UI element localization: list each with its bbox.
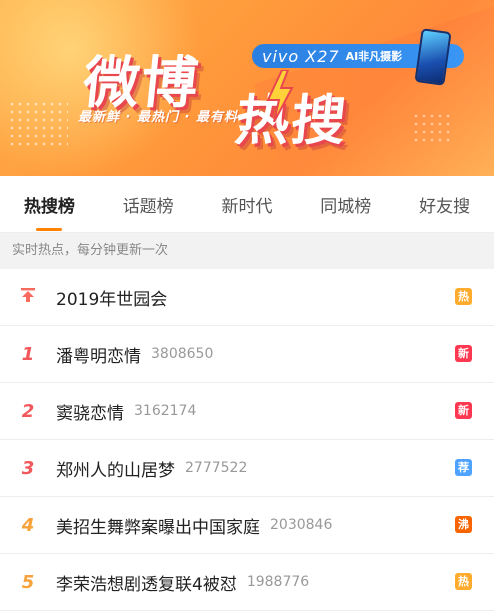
- list-item[interactable]: 5 李荣浩想剧透复联4被怼 1988776 热: [0, 554, 494, 611]
- hot-search-list: 2019年世园会 热 1 潘粤明恋情 3808650 新 2 窦骁恋情 3162…: [0, 269, 494, 611]
- rank-number: 5: [21, 571, 35, 593]
- ad-brand: vivo X27: [262, 46, 340, 66]
- search-count: 3162174: [134, 403, 197, 419]
- list-item[interactable]: 3 郑州人的山居梦 2777522 荐: [0, 440, 494, 497]
- item-title: 美招生舞弊案曝出中国家庭: [56, 517, 260, 538]
- list-item[interactable]: 2 窦骁恋情 3162174 新: [0, 383, 494, 440]
- search-count: 3808650: [151, 346, 214, 362]
- rank-tabs: 热搜榜 话题榜 新时代 同城榜 好友搜: [0, 176, 494, 233]
- tab-new-era[interactable]: 新时代: [217, 192, 276, 217]
- list-item[interactable]: 2019年世园会 热: [0, 269, 494, 326]
- update-notice: 实时热点，每分钟更新一次: [0, 233, 494, 269]
- new-badge: 新: [455, 402, 472, 419]
- item-title: 郑州人的山居梦: [56, 460, 175, 481]
- tab-topics[interactable]: 话题榜: [119, 192, 178, 217]
- rank-number: 1: [21, 343, 35, 365]
- pin-top-icon: [0, 286, 56, 309]
- tab-hot-search[interactable]: 热搜榜: [20, 192, 79, 231]
- search-count: 2030846: [270, 517, 333, 533]
- list-item[interactable]: 4 美招生舞弊案曝出中国家庭 2030846 沸: [0, 497, 494, 554]
- ad-tagline: AI非凡摄影: [345, 50, 403, 63]
- rank-number: 4: [21, 514, 35, 536]
- hot-badge: 热: [455, 288, 472, 305]
- item-title: 李荣浩想剧透复联4被怼: [56, 574, 237, 595]
- recommend-badge: 荐: [455, 459, 472, 476]
- rank-number: 3: [21, 457, 35, 479]
- new-badge: 新: [455, 345, 472, 362]
- tab-friends[interactable]: 好友搜: [415, 192, 474, 217]
- banner-dots-left: [8, 100, 68, 146]
- item-title: 2019年世园会: [56, 289, 168, 310]
- item-title: 潘粤明恋情: [56, 346, 141, 367]
- rank-number: 2: [21, 400, 35, 422]
- search-count: 1988776: [246, 574, 310, 590]
- hot-search-banner[interactable]: 微博 热搜 最新鲜 · 最热门 · 最有料 vivo X27 AI非凡摄影: [0, 0, 494, 176]
- search-count: 2777522: [185, 460, 248, 476]
- lightning-icon: [266, 70, 294, 122]
- list-item[interactable]: 1 潘粤明恋情 3808650 新: [0, 326, 494, 383]
- tab-local[interactable]: 同城榜: [316, 192, 375, 217]
- item-title: 窦骁恋情: [56, 403, 124, 424]
- banner-slogan: 最新鲜 · 最热门 · 最有料: [78, 110, 238, 125]
- banner-dots-right: [412, 112, 454, 146]
- hot-badge: 热: [455, 573, 472, 590]
- boiling-badge: 沸: [455, 516, 472, 533]
